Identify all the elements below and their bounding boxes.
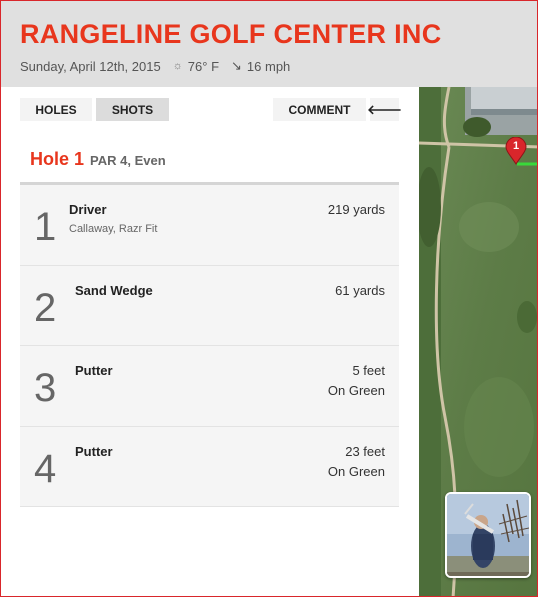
shot-club: Driver — [69, 202, 107, 217]
shot-lie: On Green — [327, 463, 385, 479]
scorecard-panel: HOLES SHOTS COMMENT 🡐 Hole 1 PAR 4, Even… — [1, 87, 419, 596]
shot-club-detail: Callaway, Razr Fit — [69, 223, 158, 235]
shot-row[interactable]: 2 Sand Wedge 61 yards — [20, 265, 399, 346]
shot-number: 3 — [34, 366, 57, 410]
temperature: 76° F — [187, 58, 220, 74]
shot-distance: 5 feet — [352, 363, 385, 378]
shot-row[interactable]: 4 Putter 23 feet On Green — [20, 426, 399, 507]
course-title: RANGELINE GOLF CENTER INC — [20, 19, 442, 49]
round-meta: Sunday, April 12th, 2015 ☼ 76° F ↘ 16 mp… — [20, 58, 290, 74]
shot-distance: 23 feet — [345, 443, 385, 459]
hole-name: Hole 1 — [30, 149, 85, 169]
shot-distance: 219 yards — [327, 202, 385, 217]
wind-arrow-icon: ↘ — [231, 58, 242, 73]
shot-row[interactable]: 1 Driver Callaway, Razr Fit 219 yards — [20, 185, 399, 266]
player-photo-thumbnail[interactable] — [445, 492, 531, 578]
hole-heading: Hole 1 PAR 4, Even — [30, 149, 166, 170]
shot-distance: 61 yards — [335, 282, 385, 298]
shot-number: 1 — [34, 205, 57, 249]
hole-marker-label: 1 — [512, 140, 520, 152]
course-header: RANGELINE GOLF CENTER INC Sunday, April … — [1, 1, 537, 87]
shot-club: Sand Wedge — [75, 282, 153, 298]
shot-lie: On Green — [327, 383, 385, 398]
shot-row[interactable]: 3 Putter 5 feet On Green — [20, 346, 399, 427]
hole-summary: PAR 4, Even — [90, 153, 166, 168]
arrow-left-icon[interactable]: 🡐 — [367, 98, 402, 121]
round-date: Sunday, April 12th, 2015 — [20, 58, 161, 74]
shot-list: 1 Driver Callaway, Razr Fit 219 yards 2 … — [20, 185, 399, 507]
shot-number: 4 — [34, 446, 57, 491]
shot-number: 2 — [34, 285, 57, 330]
tab-holes[interactable]: HOLES — [20, 98, 92, 121]
wind-speed: 16 mph — [246, 58, 291, 74]
shot-club: Putter — [75, 443, 113, 459]
tab-bar: HOLES SHOTS COMMENT 🡐 — [20, 98, 402, 121]
tab-shots[interactable]: SHOTS — [96, 98, 169, 121]
player-photo — [447, 494, 529, 576]
app-window: RANGELINE GOLF CENTER INC Sunday, April … — [0, 0, 538, 597]
hole-marker[interactable]: 1 — [505, 137, 527, 165]
sun-icon: ☼ — [172, 60, 183, 72]
tab-comment[interactable]: COMMENT — [273, 98, 366, 121]
shot-club: Putter — [75, 363, 113, 378]
